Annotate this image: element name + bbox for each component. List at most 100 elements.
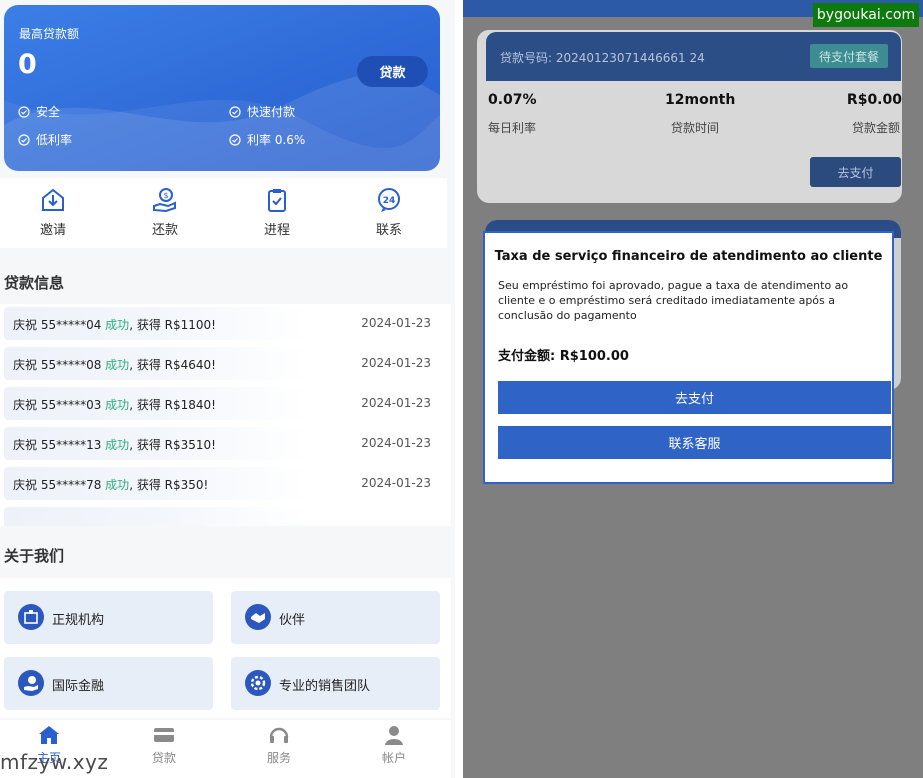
about-card-sales-team[interactable]: 专业的销售团队: [231, 657, 440, 710]
order-card: 贷款号码: 20240123071446661 24 待支付套餐 0.07% 每…: [477, 30, 902, 203]
loan-amount-value: R$0.00: [846, 92, 902, 108]
news-status: 成功: [105, 398, 130, 412]
list-item: 庆祝 55*****13 成功, 获得 R$3510! 2024-01-23: [4, 427, 440, 460]
max-loan-amount: 0: [18, 49, 37, 80]
loan-info-title: 贷款信息: [4, 274, 65, 292]
dialog-message: Seu empréstimo foi aprovado, pague a tax…: [498, 279, 849, 322]
about-card-partner[interactable]: 伙伴: [231, 591, 440, 644]
list-item: 庆祝 55*****04 成功, 获得 R$1100! 2024-01-23: [4, 307, 440, 340]
card-icon: [154, 728, 174, 742]
tab-account[interactable]: 帐户: [359, 724, 429, 766]
check-circle-icon: [18, 133, 30, 146]
pending-payment-button[interactable]: 待支付套餐: [810, 44, 888, 68]
news-text: , 获得 R$1100!: [129, 318, 216, 332]
finance-hand-icon: [18, 670, 44, 696]
24h-support-icon: 24: [378, 188, 400, 212]
news-date: 2024-01-23: [361, 436, 431, 450]
list-item-partial: [4, 507, 440, 526]
dialog-title: Taxa de serviço financeiro de atendiment…: [494, 249, 883, 264]
news-text: , 获得 R$3510!: [129, 438, 216, 452]
tab-label: 服务: [266, 751, 291, 765]
list-item: 庆祝 55*****78 成功, 获得 R$350! 2024-01-23: [4, 467, 440, 500]
about-us-section: 正规机构 伙伴 国际金融 专业的销售团队: [0, 578, 451, 718]
order-number: 贷款号码: 20240123071446661 24: [500, 51, 705, 65]
loan-amount-banner: 最高贷款额 0 贷款 安全 快速付款 低利率 利率 0.6%: [4, 5, 440, 171]
news-text: 庆祝 55*****04: [13, 318, 106, 332]
news-text: , 获得 R$1840!: [129, 398, 216, 412]
clipboard-check-icon: [268, 189, 286, 212]
quick-action-label: 还款: [151, 223, 178, 238]
feature-low-rate: 低利率: [18, 131, 72, 148]
news-text: 庆祝 55*****13: [13, 438, 106, 452]
news-text: 庆祝 55*****78: [13, 478, 106, 492]
svg-text:24: 24: [383, 196, 396, 206]
quick-action-label: 联系: [375, 223, 402, 238]
loan-term-label: 贷款时间: [671, 121, 720, 135]
news-status: 成功: [105, 438, 130, 452]
feature-rate: 利率 0.6%: [229, 131, 305, 148]
dialog-pay-button[interactable]: 去支付: [498, 381, 891, 414]
quick-action-contact[interactable]: 24 联系: [359, 186, 419, 238]
news-text: , 获得 R$4640!: [129, 358, 216, 372]
news-date: 2024-01-23: [361, 476, 431, 490]
loan-term-value: 12month: [665, 92, 736, 108]
about-card-finance[interactable]: 国际金融: [4, 657, 213, 710]
watermark-text: mfzyw.xyz: [0, 750, 109, 774]
about-card-label: 专业的销售团队: [279, 679, 371, 694]
news-date: 2024-01-23: [361, 356, 431, 370]
loan-amount-label: 贷款金额: [851, 121, 900, 135]
quick-action-repay[interactable]: $ 还款: [135, 186, 195, 238]
check-circle-icon: [18, 105, 30, 118]
institution-icon: [18, 604, 44, 630]
news-status: 成功: [105, 318, 130, 332]
team-gear-icon: [245, 670, 271, 696]
user-icon: [385, 726, 403, 745]
quick-actions: 邀请 $ 还款 进程 24 联系: [0, 178, 447, 248]
pay-button[interactable]: 去支付: [810, 157, 901, 187]
money-hand-icon: $: [153, 188, 176, 213]
list-item: 庆祝 55*****03 成功, 获得 R$1840! 2024-01-23: [4, 387, 440, 420]
feature-safe: 安全: [18, 103, 60, 120]
order-card-header: 贷款号码: 20240123071446661 24 待支付套餐: [486, 32, 901, 81]
daily-rate-value: 0.07%: [488, 92, 537, 108]
payment-amount: 支付金额: R$100.00: [498, 349, 629, 364]
about-card-label: 国际金融: [52, 679, 105, 694]
watermark-badge: bygoukai.com: [813, 3, 919, 27]
service-fee-dialog: Taxa de serviço financeiro de atendiment…: [483, 231, 894, 484]
news-status: 成功: [105, 358, 130, 372]
daily-rate-label: 每日利率: [488, 121, 537, 135]
news-date: 2024-01-23: [361, 316, 431, 330]
about-card-institution[interactable]: 正规机构: [4, 591, 213, 644]
home-icon: [39, 726, 59, 744]
feature-label: 利率 0.6%: [247, 133, 306, 147]
feature-label: 快速付款: [247, 105, 296, 119]
news-text: 庆祝 55*****08: [13, 358, 106, 372]
news-text: , 获得 R$350!: [129, 478, 209, 492]
feature-label: 安全: [36, 105, 61, 119]
list-item: 庆祝 55*****08 成功, 获得 R$4640! 2024-01-23: [4, 347, 440, 380]
loan-news-list: 庆祝 55*****04 成功, 获得 R$1100! 2024-01-23 庆…: [0, 304, 451, 526]
max-loan-label: 最高贷款额: [19, 27, 80, 41]
contact-support-button[interactable]: 联系客服: [498, 426, 891, 459]
loan-button[interactable]: 贷款: [357, 56, 428, 87]
feature-fast-payment: 快速付款: [229, 103, 295, 120]
quick-action-label: 邀请: [39, 223, 66, 238]
headset-icon: [269, 727, 289, 743]
tab-loan[interactable]: 贷款: [129, 724, 199, 766]
tab-label: 帐户: [381, 751, 406, 765]
feature-label: 低利率: [36, 133, 73, 147]
quick-action-invite[interactable]: 邀请: [23, 186, 83, 238]
tab-service[interactable]: 服务: [244, 724, 314, 766]
about-card-label: 正规机构: [52, 613, 105, 628]
news-status: 成功: [105, 478, 130, 492]
check-circle-icon: [229, 105, 241, 118]
check-circle-icon: [229, 133, 241, 146]
left-app-screen: 最高贷款额 0 贷款 安全 快速付款 低利率 利率 0.6% 邀请 $ 还款 进…: [0, 0, 455, 778]
quick-action-progress[interactable]: 进程: [247, 186, 307, 238]
about-us-title: 关于我们: [4, 547, 65, 565]
svg-text:$: $: [163, 191, 168, 200]
quick-action-label: 进程: [263, 223, 290, 238]
news-date: 2024-01-23: [361, 396, 431, 410]
right-app-screen: 贷款号码: 20240123071446661 24 待支付套餐 0.07% 每…: [463, 0, 923, 778]
news-text: 庆祝 55*****03: [13, 398, 106, 412]
